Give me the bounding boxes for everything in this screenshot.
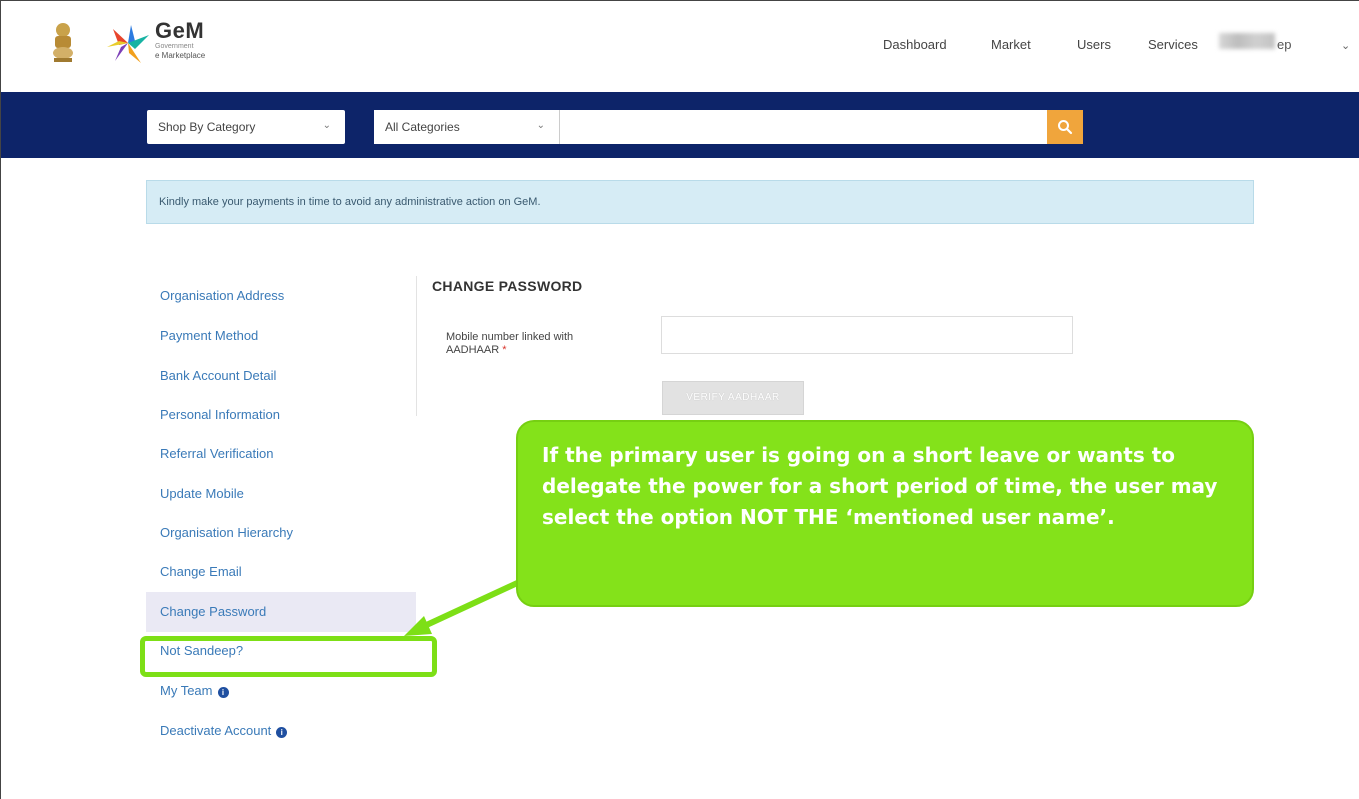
- sidebar-item-my-team[interactable]: My Team i: [146, 671, 416, 711]
- sidebar-item-label: My Team: [160, 683, 213, 698]
- logo-subtitle-marketplace: e Marketplace: [155, 51, 206, 60]
- annotation-highlight-box: [140, 636, 437, 677]
- sidebar-item-change-email[interactable]: Change Email: [146, 552, 416, 592]
- nav-market[interactable]: Market: [991, 37, 1031, 52]
- sidebar-item-personal-information[interactable]: Personal Information: [146, 395, 416, 435]
- sidebar-item-deactivate-account[interactable]: Deactivate Account i: [146, 711, 416, 751]
- chevron-down-icon: ⌄: [536, 120, 545, 131]
- all-categories-label: All Categories: [385, 120, 460, 134]
- sidebar-item-label: Referral Verification: [160, 446, 274, 461]
- sidebar-item-label: Update Mobile: [160, 486, 244, 501]
- sidebar-item-label: Change Email: [160, 564, 242, 579]
- sidebar-item-label: Bank Account Detail: [160, 368, 277, 383]
- sidebar-divider: [416, 276, 417, 416]
- info-icon[interactable]: i: [276, 727, 288, 738]
- sidebar-item-label: Change Password: [160, 604, 267, 619]
- sidebar-item-organisation-hierarchy[interactable]: Organisation Hierarchy: [146, 513, 416, 553]
- nav-users[interactable]: Users: [1077, 37, 1111, 52]
- payment-notice-banner: Kindly make your payments in time to avo…: [146, 180, 1254, 224]
- all-categories-select[interactable]: All Categories ⌄: [374, 110, 560, 144]
- search-input[interactable]: [560, 110, 1047, 144]
- user-name-redacted: [1219, 33, 1275, 49]
- user-menu-name[interactable]: ep: [1277, 37, 1291, 52]
- search-button[interactable]: [1047, 110, 1083, 144]
- sidebar-item-organisation-address[interactable]: Organisation Address: [146, 276, 416, 316]
- sidebar-item-label: Organisation Hierarchy: [160, 525, 293, 540]
- verify-aadhaar-button[interactable]: VERIFY AADHAAR: [662, 381, 804, 415]
- logo-title: GeM: [155, 18, 205, 43]
- mobile-aadhaar-label-line1: Mobile number linked with: [446, 331, 574, 343]
- chevron-down-icon[interactable]: ⌄: [1341, 39, 1350, 52]
- mobile-aadhaar-label: Mobile number linked with AADHAAR *: [446, 331, 626, 357]
- chevron-down-icon: ⌄: [322, 120, 331, 131]
- mobile-aadhaar-label-line2: AADHAAR: [446, 344, 500, 356]
- annotation-callout: If the primary user is going on a short …: [516, 420, 1254, 607]
- sidebar-item-change-password[interactable]: Change Password: [146, 592, 416, 632]
- gem-logo-text[interactable]: GeM Government e Marketplace: [155, 18, 206, 61]
- sidebar-item-label: Deactivate Account: [160, 723, 272, 738]
- sidebar-item-label: Payment Method: [160, 328, 259, 343]
- gem-logo-icon[interactable]: [105, 21, 151, 67]
- sidebar-item-bank-account-detail[interactable]: Bank Account Detail: [146, 356, 416, 396]
- nav-services[interactable]: Services: [1148, 37, 1198, 52]
- site-header: GeM Government e Marketplace Dashboard M…: [1, 1, 1359, 92]
- sidebar-item-referral-verification[interactable]: Referral Verification: [146, 434, 416, 474]
- nav-dashboard[interactable]: Dashboard: [883, 37, 947, 52]
- sidebar-item-update-mobile[interactable]: Update Mobile: [146, 474, 416, 514]
- change-password-title: CHANGE PASSWORD: [432, 278, 583, 294]
- sidebar-item-label: Personal Information: [160, 407, 280, 422]
- search-icon: [1058, 120, 1073, 135]
- search-bar: Shop By Category ⌄ All Categories ⌄: [1, 92, 1359, 158]
- national-emblem-icon: [53, 23, 73, 62]
- sidebar-item-label: Organisation Address: [160, 288, 285, 303]
- logo-subtitle-government: Government: [155, 43, 194, 50]
- sidebar-item-payment-method[interactable]: Payment Method: [146, 316, 416, 356]
- info-icon[interactable]: i: [217, 687, 229, 698]
- required-asterisk: *: [502, 344, 507, 356]
- shop-by-category-label: Shop By Category: [158, 120, 256, 134]
- aadhaar-mobile-input[interactable]: [661, 316, 1073, 354]
- shop-by-category-dropdown[interactable]: Shop By Category ⌄: [147, 110, 345, 144]
